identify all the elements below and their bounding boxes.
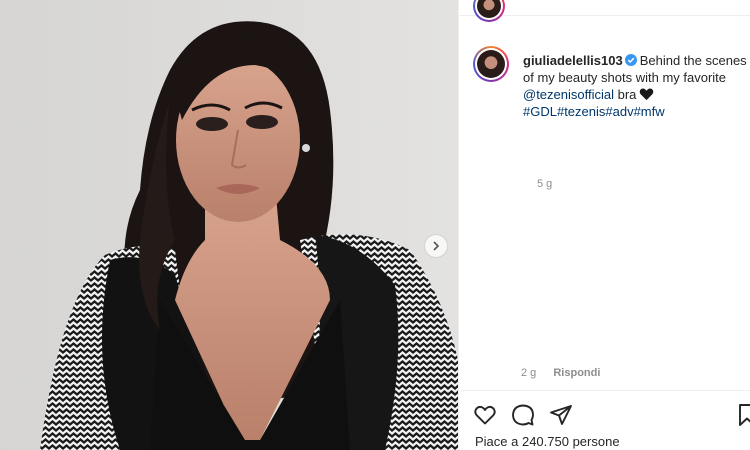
actions-bar: Piace a 240.750 persone xyxy=(459,390,750,450)
caption-after-mention: bra xyxy=(617,87,637,102)
likes-count[interactable]: Piace a 240.750 persone xyxy=(475,434,620,449)
next-photo-button[interactable] xyxy=(424,234,448,258)
header-avatar[interactable] xyxy=(473,0,505,22)
comment-icon xyxy=(512,404,534,426)
heart-icon xyxy=(474,405,496,425)
share-icon xyxy=(550,405,572,425)
reply-button[interactable]: Rispondi xyxy=(553,367,600,379)
username-link[interactable]: giuliadelellis103 xyxy=(523,53,623,68)
hashtags-link[interactable]: #GDL#tezenis#adv#mfw xyxy=(523,104,665,119)
portrait-image xyxy=(0,0,458,450)
caption-timestamp: 5 g xyxy=(537,178,553,190)
caption-text: giuliadelellis103 Behind the scenes of my… xyxy=(523,52,750,120)
mention-link[interactable]: @tezenisofficial xyxy=(523,87,614,102)
avatar[interactable] xyxy=(473,46,509,82)
share-button[interactable] xyxy=(549,403,573,427)
comment-timestamp: 2 g xyxy=(521,367,537,379)
verified-badge-icon xyxy=(624,54,637,66)
save-button[interactable] xyxy=(735,403,750,427)
post-header xyxy=(459,0,750,22)
comment-meta: 2 g Rispondi xyxy=(521,367,614,379)
bookmark-icon xyxy=(739,404,750,426)
chevron-right-icon xyxy=(433,241,440,251)
black-heart-emoji-icon xyxy=(640,88,654,101)
post-side-panel: giuliadelellis103 Behind the scenes of my… xyxy=(458,0,750,450)
like-button[interactable] xyxy=(473,403,497,427)
comment-button[interactable] xyxy=(511,403,535,427)
post-photo[interactable] xyxy=(0,0,458,450)
